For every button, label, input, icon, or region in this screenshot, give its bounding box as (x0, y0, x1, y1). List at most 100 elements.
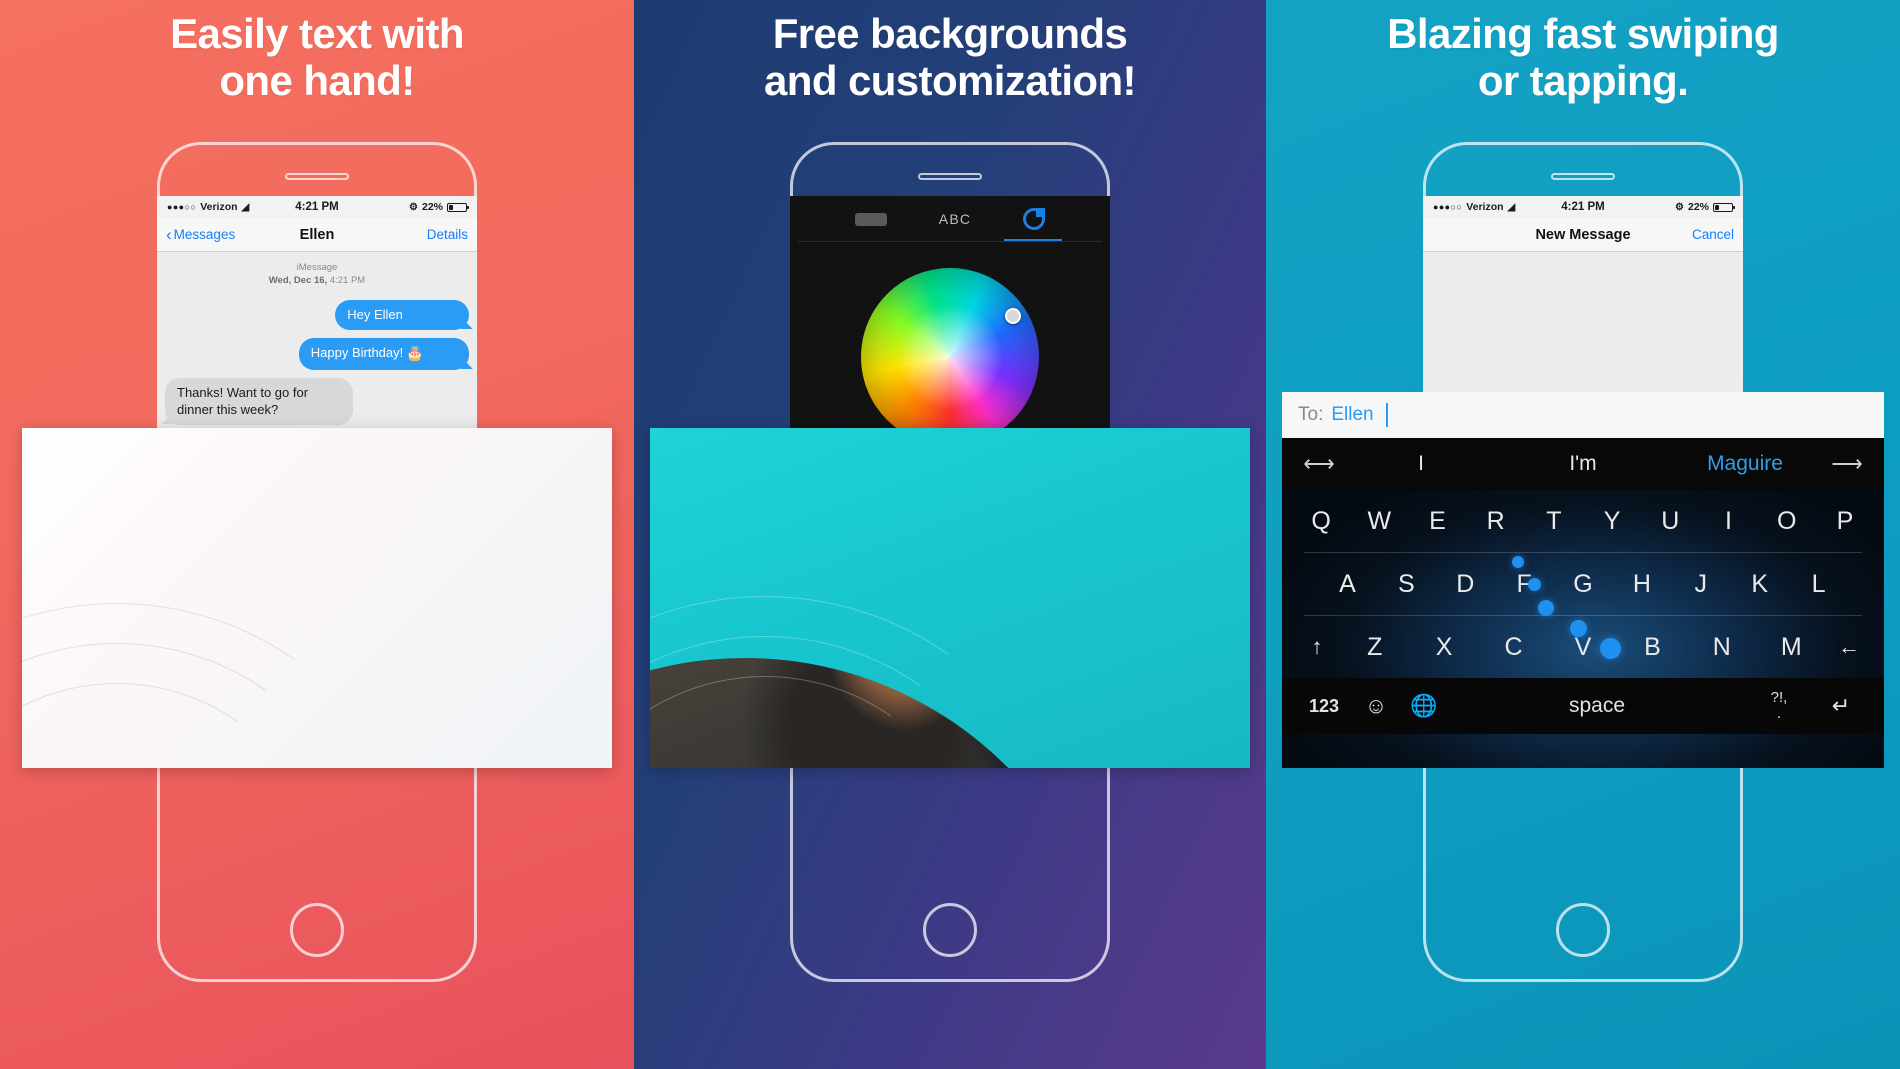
phone-home-button[interactable] (923, 903, 977, 957)
key-H[interactable]: H (1612, 570, 1671, 599)
recipient-field[interactable]: To: Ellen (1282, 392, 1884, 438)
key-W[interactable]: W (1350, 507, 1408, 536)
recipient-name: Ellen (1331, 404, 1374, 425)
stamp-service: iMessage (296, 262, 338, 273)
keyboard-bottom-row: 123 ☺ 🌐 space ?!, . ↵ (1282, 678, 1884, 734)
nav-bar: New Message Cancel (1423, 218, 1743, 252)
battery-percent: 22% (1687, 201, 1709, 213)
compose-area (1423, 252, 1743, 396)
shift-up-icon[interactable]: ↑ (1294, 634, 1340, 660)
backspace-icon[interactable]: ← (1826, 634, 1872, 660)
messages-screen: ●●●○○ Verizon ◢ 4:21 PM ⚙ 22% ‹ Messages… (157, 196, 477, 466)
punctuation-key[interactable]: ?!, . (1746, 688, 1812, 723)
thread-timestamp: iMessage Wed, Dec 16, 4:21 PM (165, 262, 469, 288)
suggestion-2[interactable]: I'm (1502, 452, 1664, 476)
panel-headline: Free backgrounds and customization! (764, 10, 1136, 105)
stamp-time: 4:21 PM (329, 274, 366, 286)
key-F[interactable]: F (1495, 570, 1554, 599)
message-bubble-outgoing: Hey Ellen (335, 299, 469, 331)
message-text: Thanks! Want to go for dinner this week? (177, 385, 309, 417)
swipe-keyboard[interactable]: ⟷ I I'm Maguire ⟶ Q W E R T Y U I O P A (1282, 438, 1884, 768)
message-text: Happy Birthday! (310, 345, 404, 361)
key-O[interactable]: O (1758, 507, 1816, 536)
tab-divider (798, 241, 1102, 242)
arc-keyboard-photo[interactable]: And I'm Q W E R T Y U I O P A S D F G H … (650, 428, 1250, 768)
battery-percent: 22% (421, 201, 443, 213)
carrier-label: Verizon (200, 201, 238, 213)
key-K[interactable]: K (1730, 570, 1789, 599)
key-R[interactable]: R (1467, 507, 1525, 536)
phone-speaker (285, 173, 349, 180)
bluetooth-icon: ⚙ (409, 201, 418, 213)
signal-dots-icon: ●●●○○ (167, 202, 197, 212)
key-N[interactable]: N (1687, 633, 1756, 662)
suggestion-bar: ⟷ I I'm Maguire ⟶ (1282, 438, 1884, 490)
key-A[interactable]: A (1318, 570, 1377, 599)
panel-one-hand: Easily text with one hand! ●●●○○ Verizon… (0, 0, 634, 1069)
key-Q[interactable]: Q (1292, 507, 1350, 536)
swipe-trail-dot (1528, 578, 1541, 591)
color-wheel[interactable] (861, 268, 1039, 436)
key-T[interactable]: T (1525, 507, 1583, 536)
key-Y[interactable]: Y (1583, 507, 1641, 536)
panel-swipe: Blazing fast swiping or tapping. ●●●○○ V… (1266, 0, 1900, 1069)
status-bar: ●●●○○ Verizon ◢ 4:21 PM ⚙ 22% (157, 196, 477, 218)
wifi-icon: ◢ (1507, 201, 1516, 213)
space-key[interactable]: space (1448, 694, 1746, 718)
key-S[interactable]: S (1377, 570, 1436, 599)
suggestion-1[interactable]: I (1340, 452, 1502, 476)
key-D[interactable]: D (1436, 570, 1495, 599)
bluetooth-icon: ⚙ (1675, 201, 1684, 213)
key-E[interactable]: E (1408, 507, 1466, 536)
new-message-screen: ●●●○○ Verizon ◢ 4:21 PM ⚙ 22% New Messag… (1423, 196, 1743, 396)
key-L[interactable]: L (1789, 570, 1848, 599)
message-bubble-incoming: Thanks! Want to go for dinner this week? (165, 378, 354, 426)
back-button[interactable]: ‹ Messages (166, 226, 317, 243)
punct-main: ?!, (1770, 688, 1788, 706)
picker-tab-bar: ABC (790, 196, 1110, 242)
key-X[interactable]: X (1409, 633, 1478, 662)
globe-icon[interactable]: 🌐 (1400, 693, 1448, 719)
key-B[interactable]: B (1618, 633, 1687, 662)
key-Z[interactable]: Z (1340, 633, 1409, 662)
tab-abc[interactable]: ABC (939, 196, 971, 242)
message-text: Hey Ellen (347, 306, 403, 322)
tab-keyboard-style[interactable] (854, 196, 887, 242)
details-button[interactable]: Details (317, 227, 468, 242)
wifi-icon: ◢ (241, 201, 250, 213)
phone-home-button[interactable] (290, 903, 344, 957)
promo-screenshot-set: Easily text with one hand! ●●●○○ Verizon… (0, 0, 1900, 1069)
keyboard-row-2: A S D F G H J K L (1282, 553, 1884, 615)
redo-arrow-icon[interactable]: ⟶ (1826, 451, 1868, 477)
key-J[interactable]: J (1671, 570, 1730, 599)
undo-arrow-icon[interactable]: ⟷ (1298, 451, 1340, 477)
swipe-trail-dot (1512, 556, 1524, 568)
punct-sub: . (1776, 705, 1782, 722)
status-bar: ●●●○○ Verizon ◢ 4:21 PM ⚙ 22% (1423, 196, 1743, 218)
panel-headline: Easily text with one hand! (170, 10, 464, 105)
arc-keyboard[interactable]: And I'm T Y U I O P S G H J K L B N M Q … (22, 428, 612, 768)
phone-home-button[interactable] (1556, 903, 1610, 957)
keyboard-row-1: Q W E R T Y U I O P (1282, 490, 1884, 552)
key-C[interactable]: C (1479, 633, 1548, 662)
key-P[interactable]: P (1816, 507, 1874, 536)
return-icon[interactable]: ↵ (1812, 693, 1870, 719)
tab-color-wheel[interactable] (1023, 196, 1046, 242)
color-wheel-icon (1023, 208, 1046, 230)
key-U[interactable]: U (1641, 507, 1699, 536)
nav-bar: ‹ Messages Ellen Details (157, 218, 477, 252)
carrier-label: Verizon (1466, 201, 1504, 213)
numbers-key[interactable]: 123 (1296, 696, 1352, 717)
key-M[interactable]: M (1757, 633, 1826, 662)
color-handle[interactable] (1005, 308, 1021, 324)
message-bubble-outgoing: Happy Birthday! 🎂 (298, 338, 469, 371)
key-I[interactable]: I (1699, 507, 1757, 536)
suggestion-3[interactable]: Maguire (1664, 452, 1826, 476)
signal-dots-icon: ●●●○○ (1433, 202, 1463, 212)
cancel-button[interactable]: Cancel (1583, 227, 1734, 242)
color-picker-screen: ABC (790, 196, 1110, 436)
key-G[interactable]: G (1554, 570, 1613, 599)
panel-headline: Blazing fast swiping or tapping. (1387, 10, 1779, 105)
emoji-icon[interactable]: ☺ (1352, 693, 1400, 719)
to-label: To: (1298, 404, 1324, 425)
